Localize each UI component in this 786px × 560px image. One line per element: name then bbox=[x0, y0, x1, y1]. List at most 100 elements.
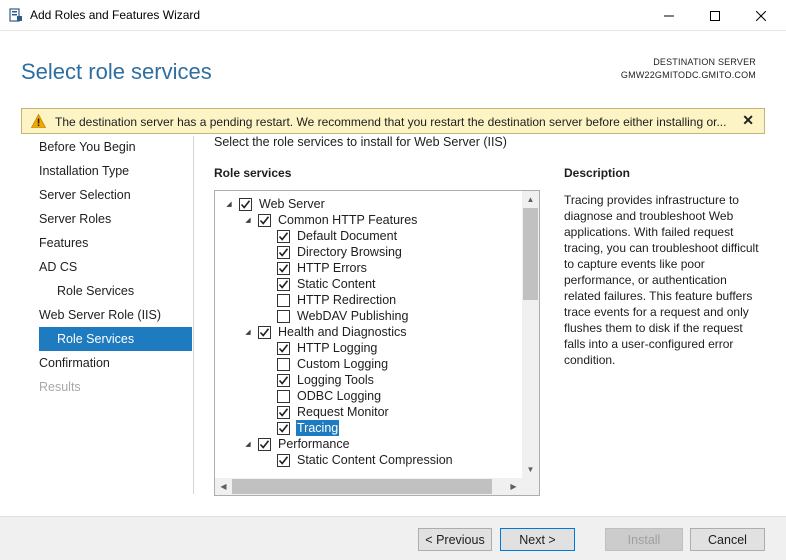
role-service-label[interactable]: Logging Tools bbox=[296, 372, 375, 388]
role-service-label[interactable]: Static Content Compression bbox=[296, 452, 454, 468]
maximize-button[interactable] bbox=[692, 0, 738, 31]
nav-server-selection[interactable]: Server Selection bbox=[39, 188, 131, 202]
next-button[interactable]: Next > bbox=[500, 528, 575, 551]
role-service-checkbox[interactable] bbox=[277, 229, 290, 243]
role-service-checkbox[interactable] bbox=[239, 197, 252, 211]
minimize-icon bbox=[664, 15, 674, 16]
vertical-scrollbar[interactable]: ▲ ▼ bbox=[522, 191, 539, 478]
vertical-scroll-thumb[interactable] bbox=[523, 208, 538, 300]
cancel-button[interactable]: Cancel bbox=[690, 528, 765, 551]
tree-row[interactable]: HTTP Redirection bbox=[262, 292, 397, 308]
role-service-label[interactable]: Custom Logging bbox=[296, 356, 389, 372]
nav-installation-type[interactable]: Installation Type bbox=[39, 164, 129, 178]
window-title: Add Roles and Features Wizard bbox=[30, 8, 201, 22]
nav-ad-cs-role-services[interactable]: Role Services bbox=[57, 284, 134, 298]
tree-row[interactable]: Static Content Compression bbox=[262, 452, 454, 468]
role-service-checkbox[interactable] bbox=[277, 357, 290, 371]
role-service-label[interactable]: WebDAV Publishing bbox=[296, 308, 409, 324]
description-text: Tracing provides infrastructure to diagn… bbox=[564, 193, 759, 367]
role-service-label[interactable]: Static Content bbox=[296, 276, 377, 292]
collapse-arrow-icon[interactable]: ◢ bbox=[243, 436, 253, 452]
nav-confirmation[interactable]: Confirmation bbox=[39, 356, 110, 370]
role-service-label[interactable]: Health and Diagnostics bbox=[277, 324, 408, 340]
nav-ad-cs[interactable]: AD CS bbox=[39, 260, 77, 274]
horizontal-scrollbar[interactable]: ◀ ▶ bbox=[215, 478, 522, 495]
role-service-checkbox[interactable] bbox=[277, 405, 290, 419]
scroll-up-icon[interactable]: ▲ bbox=[522, 191, 539, 208]
role-service-checkbox[interactable] bbox=[277, 421, 290, 435]
role-service-checkbox[interactable] bbox=[277, 293, 290, 307]
role-service-label[interactable]: Default Document bbox=[296, 228, 398, 244]
tree-row[interactable]: Directory Browsing bbox=[262, 244, 403, 260]
role-service-checkbox[interactable] bbox=[277, 453, 290, 467]
role-service-checkbox[interactable] bbox=[277, 277, 290, 291]
warning-icon bbox=[31, 114, 46, 128]
close-button[interactable] bbox=[738, 0, 784, 31]
tree-row[interactable]: Request Monitor bbox=[262, 404, 390, 420]
role-service-checkbox[interactable] bbox=[277, 341, 290, 355]
role-service-label[interactable]: HTTP Redirection bbox=[296, 292, 397, 308]
wizard-footer: < Previous Next > Install Cancel bbox=[0, 516, 786, 560]
previous-button[interactable]: < Previous bbox=[418, 528, 492, 551]
tree-row[interactable]: Default Document bbox=[262, 228, 398, 244]
minimize-button[interactable] bbox=[646, 0, 692, 31]
collapse-arrow-icon[interactable]: ◢ bbox=[224, 196, 234, 212]
tree-row[interactable]: WebDAV Publishing bbox=[262, 308, 409, 324]
dismiss-warning-button[interactable]: ✕ bbox=[742, 112, 754, 129]
role-service-checkbox[interactable] bbox=[277, 309, 290, 323]
tree-row[interactable]: Custom Logging bbox=[262, 356, 389, 372]
role-services-tree[interactable]: ◢ Web Server ◢ Common HTTP Features Default … bbox=[214, 190, 540, 496]
tree-row[interactable]: Tracing bbox=[262, 420, 340, 436]
tree-row[interactable]: ◢ Health and Diagnostics bbox=[243, 324, 408, 340]
role-service-label[interactable]: ODBC Logging bbox=[296, 388, 382, 404]
role-service-checkbox[interactable] bbox=[258, 213, 271, 227]
tree-row[interactable]: HTTP Errors bbox=[262, 260, 368, 276]
role-services-heading: Role services bbox=[214, 166, 292, 180]
scroll-left-icon[interactable]: ◀ bbox=[215, 478, 232, 495]
role-service-checkbox[interactable] bbox=[277, 245, 290, 259]
tree-row[interactable]: ◢ Performance bbox=[243, 436, 351, 452]
collapse-arrow-icon[interactable]: ◢ bbox=[243, 212, 253, 228]
role-service-checkbox[interactable] bbox=[277, 261, 290, 275]
nav-server-roles[interactable]: Server Roles bbox=[39, 212, 111, 226]
role-service-checkbox[interactable] bbox=[258, 325, 271, 339]
role-service-label[interactable]: Tracing bbox=[296, 420, 340, 436]
role-service-checkbox[interactable] bbox=[258, 437, 271, 451]
role-service-label[interactable]: Common HTTP Features bbox=[277, 212, 418, 228]
role-service-label[interactable]: HTTP Logging bbox=[296, 340, 378, 356]
instruction-text: Select the role services to install for … bbox=[214, 135, 507, 149]
tree-row[interactable]: HTTP Logging bbox=[262, 340, 378, 356]
destination-server-label: DESTINATION SERVER bbox=[653, 57, 756, 67]
nav-iis-role-services[interactable]: Role Services bbox=[39, 327, 192, 351]
tree-row[interactable]: ODBC Logging bbox=[262, 388, 382, 404]
role-service-label[interactable]: Performance bbox=[277, 436, 351, 452]
role-service-label[interactable]: HTTP Errors bbox=[296, 260, 368, 276]
horizontal-scroll-thumb[interactable] bbox=[232, 479, 492, 494]
tree-row[interactable]: Logging Tools bbox=[262, 372, 375, 388]
role-service-label[interactable]: Request Monitor bbox=[296, 404, 390, 420]
tree-row[interactable]: ◢ Web Server bbox=[224, 196, 326, 212]
tree-row[interactable]: Static Content bbox=[262, 276, 377, 292]
nav-features[interactable]: Features bbox=[39, 236, 88, 250]
nav-web-server-role[interactable]: Web Server Role (IIS) bbox=[39, 308, 161, 322]
collapse-arrow-icon[interactable]: ◢ bbox=[243, 324, 253, 340]
role-service-label[interactable]: Web Server bbox=[258, 196, 326, 212]
role-service-checkbox[interactable] bbox=[277, 373, 290, 387]
nav-before-you-begin[interactable]: Before You Begin bbox=[39, 140, 136, 154]
tree-row[interactable]: ◢ Common HTTP Features bbox=[243, 212, 418, 228]
role-service-label[interactable]: Directory Browsing bbox=[296, 244, 403, 260]
scroll-down-icon[interactable]: ▼ bbox=[522, 461, 539, 478]
server-manager-icon bbox=[9, 8, 22, 22]
role-service-checkbox[interactable] bbox=[277, 389, 290, 403]
scroll-right-icon[interactable]: ▶ bbox=[505, 478, 522, 495]
